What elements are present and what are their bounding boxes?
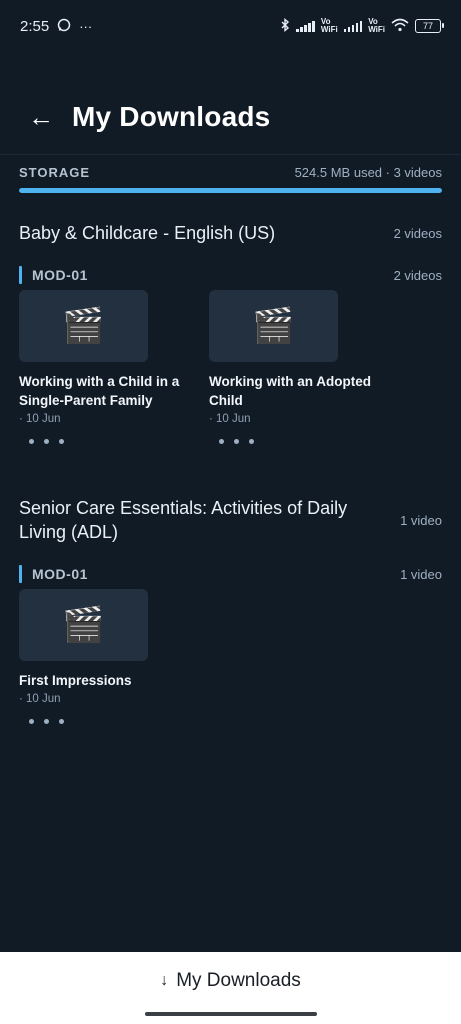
download-icon: ↓ (160, 972, 169, 989)
module-label: MOD-01 (19, 266, 88, 284)
video-card[interactable]: 🎬 Working with an Adopted Child · 10 Jun (209, 290, 384, 447)
module-name: MOD-01 (32, 267, 88, 283)
status-right: Vo WiFi Vo WiFi 77 (280, 17, 444, 35)
module-count: 2 videos (393, 267, 442, 283)
module-header: MOD-01 1 video (19, 564, 442, 584)
video-list: 🎬 First Impressions · 10 Jun (19, 589, 442, 727)
bottom-tab-my-downloads[interactable]: ↓ My Downloads (0, 952, 461, 1010)
course-title: Baby & Childcare - English (US) (19, 223, 276, 243)
video-thumbnail[interactable]: 🎬 (19, 290, 148, 362)
course-section: Senior Care Essentials: Activities of Da… (19, 495, 442, 727)
status-left: 2:55 ··· (20, 18, 92, 35)
clapperboard-icon: 🎬 (62, 606, 105, 644)
storage-label: STORAGE (19, 164, 91, 180)
module-count: 1 video (400, 566, 442, 582)
more-dots-icon: ··· (79, 18, 93, 34)
wifi-icon (391, 18, 409, 35)
storage-bar-fill (19, 188, 442, 193)
course-count: 1 video (400, 512, 442, 528)
video-date: · 10 Jun (19, 693, 61, 705)
course-header: Senior Care Essentials: Activities of Da… (19, 495, 442, 545)
course-section: Baby & Childcare - English (US) 2 videos… (19, 220, 442, 447)
vowifi-icon: Vo WiFi (321, 18, 338, 34)
course-header: Baby & Childcare - English (US) 2 videos (19, 220, 442, 246)
back-arrow-icon[interactable]: ← (26, 102, 56, 132)
vowifi-bottom: WiFi (320, 25, 338, 34)
module-label: MOD-01 (19, 565, 88, 583)
vowifi-bottom-2: WiFi (368, 25, 385, 34)
bottom-tab-label: My Downloads (176, 970, 301, 991)
module-header: MOD-01 2 videos (19, 265, 442, 285)
more-options-icon[interactable] (209, 435, 384, 447)
clapperboard-icon: 🎬 (252, 307, 295, 345)
module-name: MOD-01 (32, 566, 88, 582)
page-title: My Downloads (72, 101, 271, 132)
course-count: 2 videos (393, 225, 442, 241)
status-bar: 2:55 ··· Vo WiFi Vo WiFi 77 (0, 0, 461, 52)
video-thumbnail[interactable]: 🎬 (209, 290, 338, 362)
storage-section: STORAGE 524.5 MB used · 3 videos (19, 160, 442, 193)
whatsapp-icon (57, 18, 71, 35)
bottom-nav: ↓ My Downloads (0, 952, 461, 1024)
storage-bar (19, 188, 442, 193)
home-indicator[interactable] (145, 1012, 317, 1016)
clapperboard-icon: 🎬 (62, 307, 105, 345)
vowifi-icon-2: Vo WiFi (368, 18, 385, 34)
bluetooth-icon (280, 17, 290, 35)
header: ← My Downloads (0, 92, 461, 142)
video-list: 🎬 Working with a Child in a Single-Paren… (19, 290, 442, 447)
video-title: Working with a Child in a Single-Parent … (19, 374, 180, 408)
module-accent-bar (19, 266, 22, 284)
module-accent-bar (19, 565, 22, 583)
video-card[interactable]: 🎬 First Impressions · 10 Jun (19, 589, 194, 727)
more-options-icon[interactable] (19, 715, 194, 727)
signal-icon-2 (343, 20, 363, 32)
video-card[interactable]: 🎬 Working with a Child in a Single-Paren… (19, 290, 194, 447)
storage-row: STORAGE 524.5 MB used · 3 videos (19, 160, 442, 184)
video-date: · 10 Jun (19, 413, 61, 425)
video-title: Working with an Adopted Child (209, 374, 371, 408)
status-time: 2:55 (20, 17, 50, 35)
more-options-icon[interactable] (19, 435, 194, 447)
course-title: Senior Care Essentials: Activities of Da… (19, 498, 348, 542)
battery-icon: 77 (415, 19, 444, 33)
signal-icon (296, 20, 315, 32)
video-date: · 10 Jun (209, 413, 251, 425)
video-title: First Impressions (19, 673, 132, 688)
storage-info: 524.5 MB used · 3 videos (294, 164, 442, 180)
header-divider (0, 154, 461, 155)
video-thumbnail[interactable]: 🎬 (19, 589, 148, 661)
